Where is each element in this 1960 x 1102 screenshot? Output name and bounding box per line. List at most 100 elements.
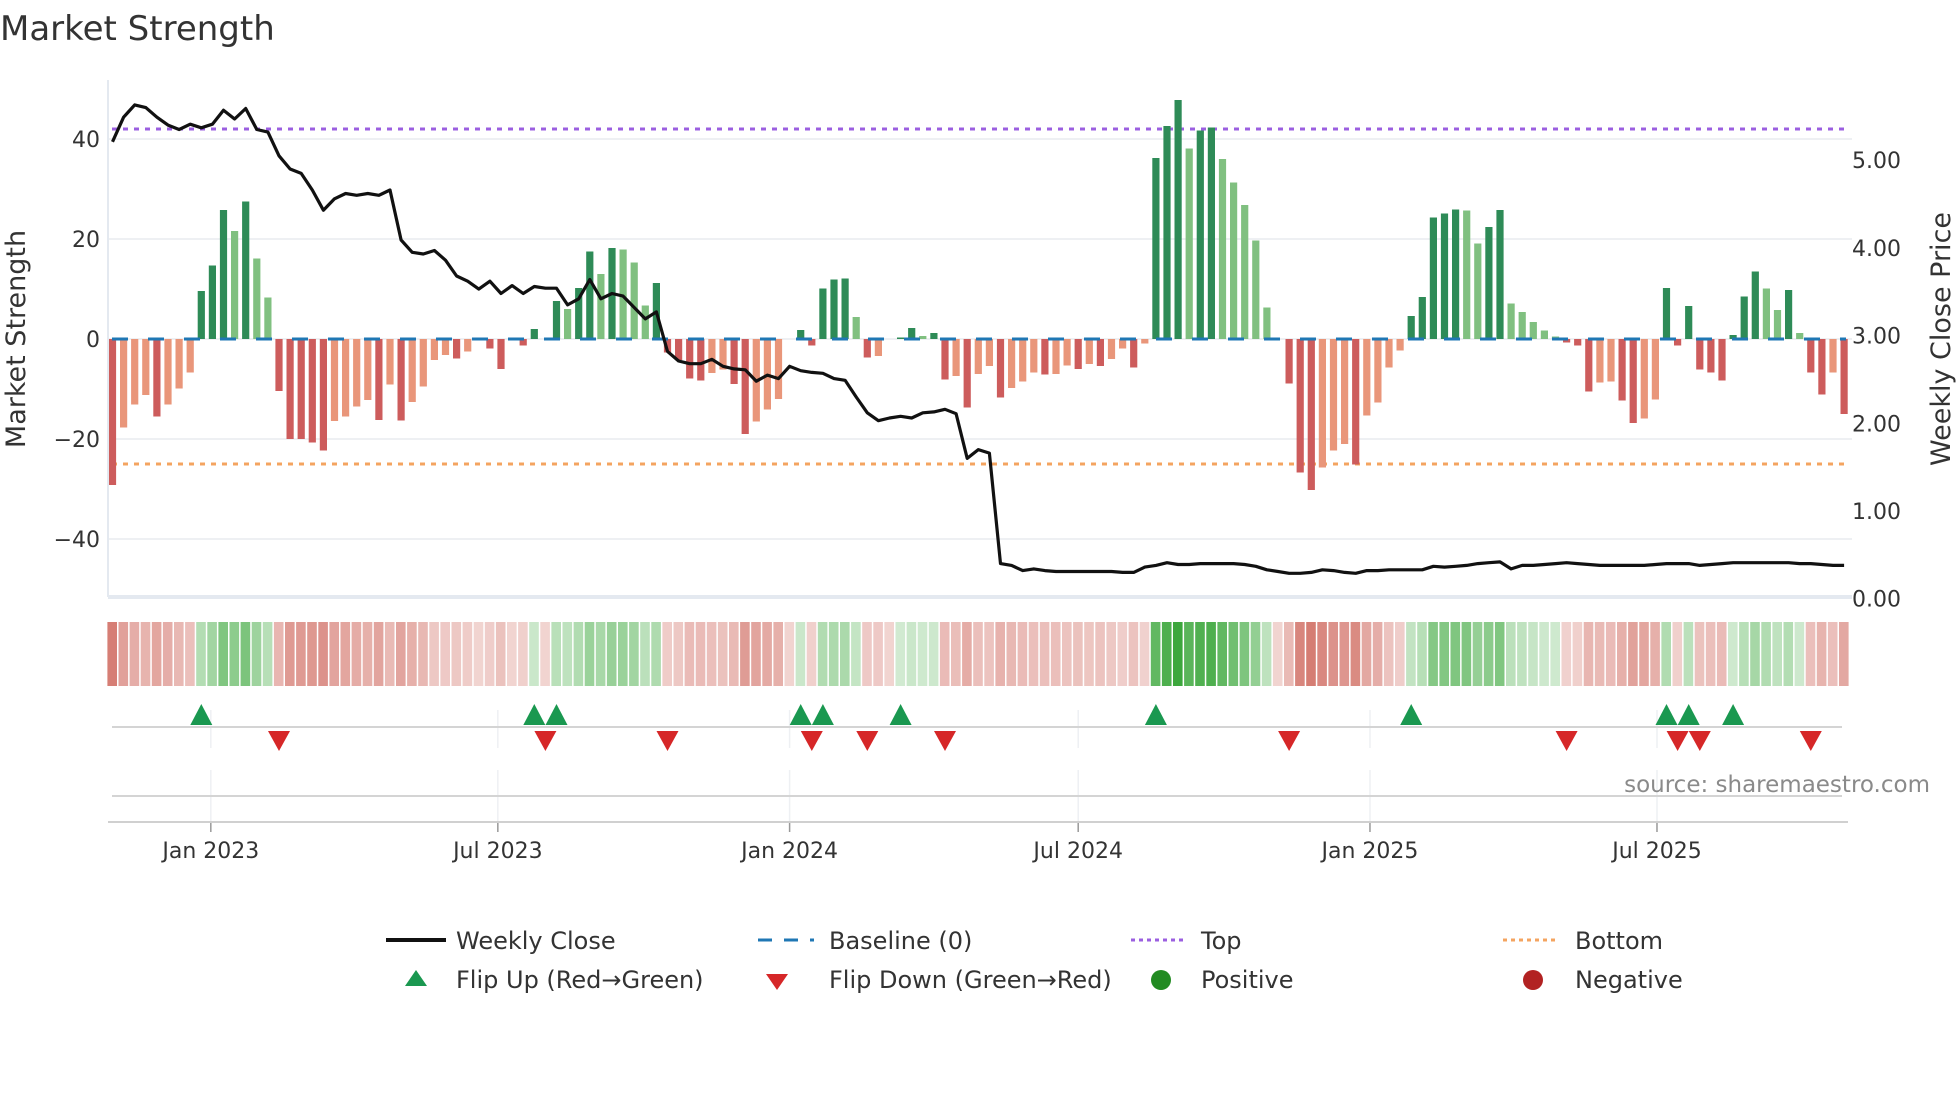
strength-bar (1440, 213, 1449, 339)
strip-cell (651, 622, 661, 686)
strength-bar (1807, 339, 1815, 373)
strip-cell (662, 622, 672, 686)
strength-bar (1518, 312, 1526, 339)
strip-cell (1328, 622, 1338, 686)
strength-bar (1107, 339, 1116, 359)
strip-cell (1628, 622, 1638, 686)
strength-bar (1751, 271, 1759, 339)
strip-cell (1295, 622, 1305, 686)
strength-bar (874, 339, 882, 356)
strip-cell (362, 622, 373, 686)
strength-bar (453, 339, 461, 359)
y-tick-label: −40 (54, 528, 100, 553)
strip-cell (429, 622, 439, 686)
strength-bar (308, 339, 316, 443)
flip-down-marker (656, 731, 679, 751)
strength-bar (1296, 339, 1304, 473)
y-axis-label-left: Market Strength (1, 230, 32, 448)
strength-bar (1818, 339, 1826, 395)
flip-up-marker (1677, 704, 1700, 725)
strength-bar (1041, 339, 1049, 375)
strip-cell (1483, 622, 1494, 686)
strength-bar (1718, 339, 1726, 381)
strip-cell (1561, 622, 1572, 686)
strip-cell (1794, 622, 1805, 686)
strength-bar (441, 339, 450, 355)
strength-bar (930, 333, 938, 339)
strength-bar (1596, 339, 1604, 383)
strip-cell (329, 622, 339, 686)
strip-cell (407, 622, 417, 686)
strip-cell (1583, 622, 1594, 686)
strip-cell (1517, 622, 1527, 686)
strength-bar (841, 278, 849, 339)
strength-bar (231, 231, 239, 339)
strip-cell (729, 622, 739, 686)
strength-bars (108, 100, 1848, 490)
y-tick-label: 0 (86, 328, 100, 353)
strength-bar (597, 274, 605, 339)
y-right-tick-label: 5.00 (1852, 149, 1901, 174)
strip-cell (262, 622, 273, 686)
x-tick-label: Jul 2023 (451, 839, 543, 864)
strength-bar (319, 339, 327, 451)
strip-cell (917, 622, 928, 686)
strength-bar (708, 339, 716, 373)
strength-bar (1030, 339, 1038, 373)
strength-bar (1152, 158, 1160, 339)
strength-bar (108, 339, 117, 485)
y-right-tick-label: 3.00 (1852, 325, 1901, 350)
legend-flip-down: Flip Down (Green→Red) (829, 966, 1112, 994)
strip-cell (1428, 622, 1438, 686)
strip-cell (1095, 622, 1105, 686)
strength-bar (1263, 307, 1271, 339)
strength-bar (996, 339, 1005, 398)
strength-bar (120, 339, 128, 428)
legend-weekly-close: Weekly Close (456, 927, 616, 955)
legend-flip-up-icon (405, 970, 427, 986)
strength-bar (1141, 339, 1149, 344)
strip-cell (1261, 622, 1272, 686)
strength-bar (863, 339, 871, 358)
strength-bar (1829, 339, 1837, 373)
strip-cell (1506, 622, 1516, 686)
strength-bar (741, 339, 749, 434)
strength-bar (1185, 148, 1193, 339)
strip-cell (573, 622, 584, 686)
y-tick-label: −20 (54, 428, 100, 453)
strip-cell (518, 622, 528, 686)
strength-bar (197, 291, 205, 339)
strength-bar (330, 339, 339, 421)
strip-cell (107, 622, 117, 686)
strength-bar (1174, 100, 1182, 339)
strength-bar (1396, 339, 1404, 351)
strip-cell (1550, 622, 1560, 686)
strip-cell (995, 622, 1005, 686)
strip-cell (840, 622, 850, 686)
strip-cell (129, 622, 140, 686)
strip-cell (1572, 622, 1583, 686)
strip-cell (951, 622, 961, 686)
strip-cell (196, 622, 206, 686)
strip-cell (373, 622, 384, 686)
strip-cell (118, 622, 129, 686)
strength-bar (1574, 339, 1582, 346)
x-tick-label: Jul 2024 (1031, 839, 1123, 864)
strength-bar (1485, 227, 1493, 339)
strength-bar (1840, 339, 1848, 414)
strip-cell (928, 622, 939, 686)
legend-positive: Positive (1201, 966, 1294, 994)
strip-cell (1439, 622, 1449, 686)
strength-bar (1685, 306, 1693, 339)
strength-bar (1418, 297, 1426, 339)
strip-cell (862, 622, 872, 686)
strip-cell (1639, 622, 1649, 686)
strength-bar (1651, 339, 1659, 400)
strip-cell (462, 622, 473, 686)
y-right-tick-label: 2.00 (1852, 412, 1901, 437)
strip-cell (1206, 622, 1216, 686)
flip-down-marker (934, 731, 956, 751)
strip-cell (1217, 622, 1227, 686)
strength-bar (264, 297, 272, 339)
strength-bar (1163, 126, 1171, 339)
